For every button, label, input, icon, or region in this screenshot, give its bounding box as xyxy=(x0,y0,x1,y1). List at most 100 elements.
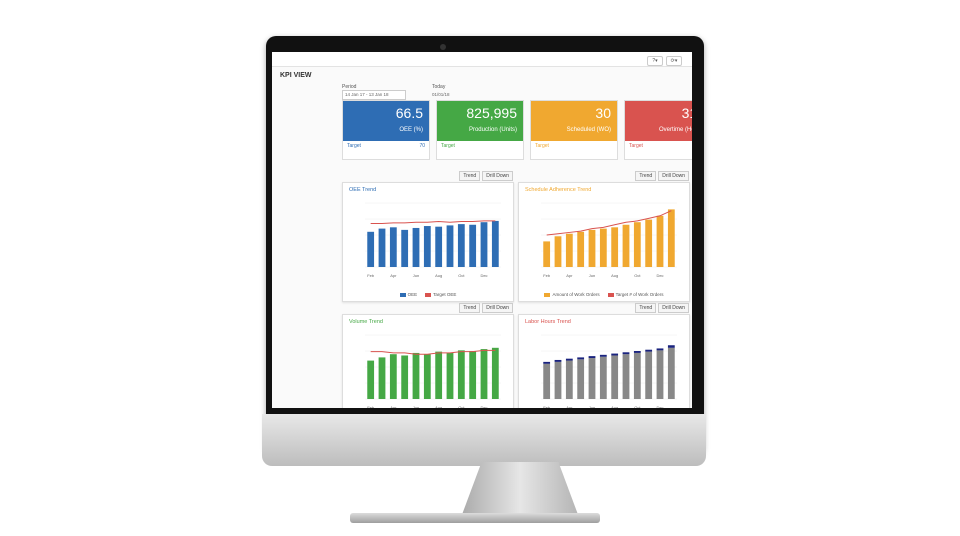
x-tick-label: Oct xyxy=(458,273,465,278)
kpi-name: Overtime (Hours) xyxy=(658,127,692,133)
drill-down-button[interactable]: Drill Down xyxy=(658,303,689,313)
stage: ?▾ ⟳▾ KPI VIEW Period 14 Jan 17 - 13 Jan… xyxy=(0,0,960,536)
panel-title: Schedule Adherence Trend xyxy=(525,187,592,193)
target-line xyxy=(370,220,496,224)
bar xyxy=(457,224,465,267)
bar-regular xyxy=(599,356,607,399)
x-tick-label: Oct xyxy=(458,405,465,408)
bar-overtime xyxy=(622,352,630,355)
bar-regular xyxy=(611,355,619,399)
bar xyxy=(457,350,465,399)
legend-item[interactable]: OEE xyxy=(399,292,417,297)
imac-monitor: ?▾ ⟳▾ KPI VIEW Period 14 Jan 17 - 13 Jan… xyxy=(210,0,730,536)
kpi-footer: Target 70 xyxy=(343,141,429,151)
bar-overtime xyxy=(633,351,641,353)
today-label: Today xyxy=(432,84,446,90)
panel-buttons: Trend Drill Down xyxy=(459,171,513,181)
x-tick-label: Feb xyxy=(367,273,375,278)
kpi-header: 66.5 OEE (%) xyxy=(343,101,429,141)
bar xyxy=(588,229,596,267)
trend-button[interactable]: Trend xyxy=(635,303,657,313)
bar xyxy=(469,351,477,399)
bar-overtime xyxy=(599,354,607,357)
drill-down-button[interactable]: Drill Down xyxy=(482,303,513,313)
x-tick-label: Feb xyxy=(543,405,551,408)
bar-overtime xyxy=(577,357,585,360)
panel-buttons: Trend Drill Down xyxy=(635,303,689,313)
x-tick-label: Apr xyxy=(566,405,573,408)
bar-regular xyxy=(645,351,653,399)
kpi-name: Production (Units) xyxy=(468,127,517,133)
bar xyxy=(469,224,477,267)
target-line xyxy=(546,210,672,236)
kpi-header: 30 Scheduled (WO) xyxy=(531,101,617,141)
x-tick-label: Feb xyxy=(543,273,551,278)
drill-down-button[interactable]: Drill Down xyxy=(482,171,513,181)
panel-buttons: Trend Drill Down xyxy=(635,171,689,181)
bar-overtime xyxy=(645,349,653,352)
bar-regular xyxy=(554,361,562,399)
bar-regular xyxy=(633,352,641,399)
kpi-target-label: Target xyxy=(441,143,455,149)
drill-down-button[interactable]: Drill Down xyxy=(658,171,689,181)
trend-chart: Feb Apr Jun Aug Oct Dec xyxy=(541,202,677,278)
kpi-name: Scheduled (WO) xyxy=(566,127,611,133)
help-button[interactable]: ?▾ xyxy=(647,56,663,66)
trend-button[interactable]: Trend xyxy=(459,303,481,313)
bar xyxy=(412,227,420,267)
legend-label: Target # of Work Orders xyxy=(615,292,664,297)
kpi-card[interactable]: 315 Overtime (Hours) Target250 xyxy=(624,100,692,160)
legend-swatch xyxy=(607,292,614,297)
kpi-value: 315 xyxy=(681,105,692,121)
kpi-card[interactable]: 825,995 Production (Units) Target xyxy=(436,100,524,160)
panel-title: Labor Hours Trend xyxy=(525,319,571,325)
bar-regular xyxy=(588,358,596,399)
legend-label: Amount of Work Orders xyxy=(552,292,600,297)
period-select[interactable]: 14 Jan 17 - 13 Jan 18 xyxy=(342,90,406,100)
bar xyxy=(480,349,488,399)
x-tick-label: Dec xyxy=(480,405,487,408)
bar xyxy=(565,233,573,267)
bar-overtime xyxy=(588,356,596,359)
legend-item[interactable]: Amount of Work Orders xyxy=(544,292,600,297)
bar xyxy=(667,209,675,267)
trend-button[interactable]: Trend xyxy=(635,171,657,181)
trend-chart: Feb Apr Jun Aug Oct Dec xyxy=(541,334,677,408)
refresh-button[interactable]: ⟳▾ xyxy=(666,56,682,66)
kpi-footer: Target250 xyxy=(625,141,692,151)
kpi-card[interactable]: 30 Scheduled (WO) Target xyxy=(530,100,618,160)
kpi-value: 30 xyxy=(595,105,611,121)
x-tick-label: Aug xyxy=(435,273,442,278)
x-tick-label: Jun xyxy=(589,273,595,278)
legend-item[interactable]: Target # of Work Orders xyxy=(607,292,664,297)
monitor-base xyxy=(350,513,600,523)
legend-item[interactable]: Target OEE xyxy=(425,292,456,297)
kpi-card[interactable]: 66.5 OEE (%) Target 70 xyxy=(342,100,430,160)
x-tick-label: Jun xyxy=(413,273,419,278)
trend-button[interactable]: Trend xyxy=(459,171,481,181)
bar xyxy=(633,222,641,267)
today-value: 01/01/18 xyxy=(432,92,450,97)
x-tick-label: Aug xyxy=(435,405,442,408)
bar xyxy=(378,228,386,267)
labor-trend-panel: Labor Hours Trend Trend Drill Down Feb Apr Ju… xyxy=(518,303,690,408)
kpi-footer: Target xyxy=(531,141,617,151)
bar-overtime xyxy=(554,359,562,362)
volume-trend-panel: Volume Trend Trend Drill Down Feb Apr Jun Aug O… xyxy=(342,303,514,408)
x-tick-label: Apr xyxy=(390,273,397,278)
legend-label: Target OEE xyxy=(433,292,457,297)
bar xyxy=(622,224,630,267)
top-controls: ?▾ ⟳▾ xyxy=(647,56,682,66)
bar-overtime xyxy=(565,358,573,361)
x-tick-label: Aug xyxy=(611,405,618,408)
today-filter: Today 01/01/18 xyxy=(432,84,450,97)
kpi-header: 315 Overtime (Hours) xyxy=(625,101,692,141)
bar xyxy=(491,347,499,399)
x-tick-label: Apr xyxy=(390,405,397,408)
kpi-target-label: Target xyxy=(629,143,643,149)
bar xyxy=(554,236,562,267)
legend-swatch xyxy=(425,292,432,297)
bar-regular xyxy=(565,360,573,399)
bar xyxy=(389,227,397,267)
bar-overtime xyxy=(656,348,664,351)
